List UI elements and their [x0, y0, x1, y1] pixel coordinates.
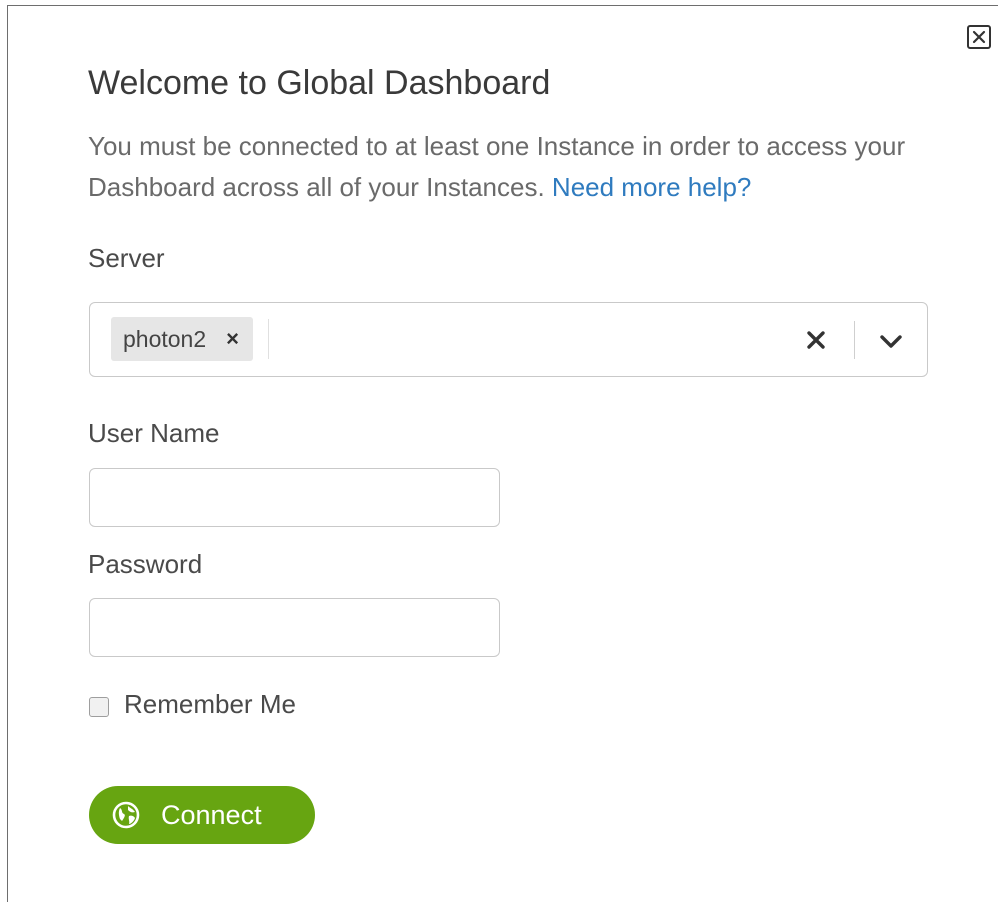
server-select[interactable]: photon2 × — [89, 302, 928, 377]
close-icon — [972, 30, 986, 44]
globe-icon — [111, 800, 141, 830]
connect-button[interactable]: Connect — [89, 786, 315, 844]
connect-label: Connect — [161, 799, 262, 830]
close-button[interactable] — [967, 25, 991, 49]
clear-selection-button[interactable] — [801, 325, 831, 355]
password-label: Password — [88, 549, 203, 579]
remember-me-label[interactable]: Remember Me — [124, 689, 296, 720]
remember-me-checkbox[interactable] — [89, 696, 109, 717]
chevron-down-icon — [880, 335, 902, 348]
clear-icon — [807, 331, 825, 349]
server-chip-label: photon2 — [123, 325, 207, 352]
password-field[interactable] — [89, 598, 500, 657]
select-separator — [854, 321, 855, 359]
remember-me-row[interactable]: Remember Me — [89, 689, 296, 720]
server-label: Server — [88, 243, 165, 273]
intro-message: You must be connected to at least one In… — [88, 131, 906, 202]
username-field[interactable] — [89, 468, 500, 527]
select-input-cursor — [268, 319, 269, 359]
server-chip: photon2 × — [111, 317, 253, 361]
dialog-title: Welcome to Global Dashboard — [88, 64, 551, 102]
username-label: User Name — [88, 418, 220, 448]
login-dialog: Welcome to Global Dashboard You must be … — [7, 5, 998, 902]
dropdown-button[interactable] — [874, 326, 908, 356]
remove-icon[interactable]: × — [226, 328, 239, 350]
intro-text: You must be connected to at least one In… — [88, 126, 928, 208]
help-link[interactable]: Need more help? — [552, 172, 751, 202]
